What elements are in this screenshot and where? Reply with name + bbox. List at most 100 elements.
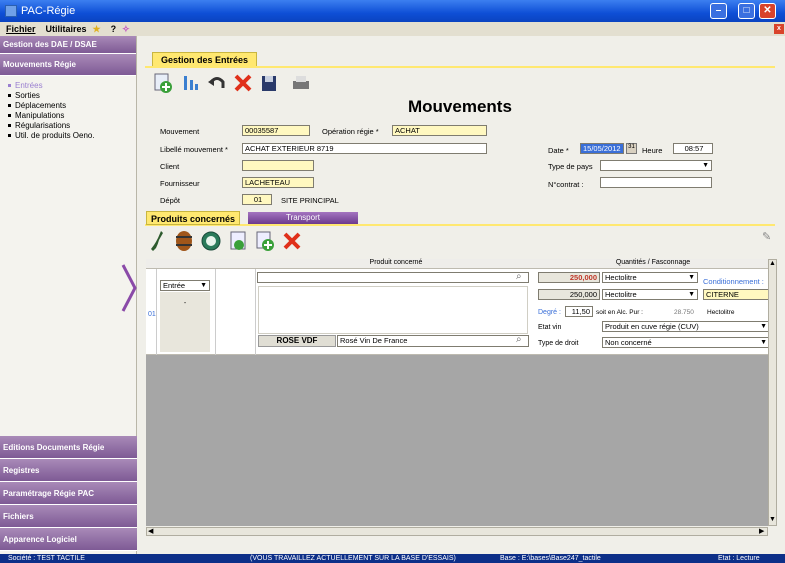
produit-code-cell[interactable]: ROSE VDF — [258, 335, 336, 347]
degre-field[interactable]: 11,50 — [565, 306, 593, 317]
conditionnement-label: Conditionnement : — [703, 277, 764, 286]
depot-label: Dépôt — [160, 196, 181, 205]
alc-label: soit en Alc. Pur : — [596, 309, 643, 316]
ncontrat-field[interactable] — [600, 177, 712, 188]
restore-button[interactable]: □ — [738, 3, 755, 19]
unit1-select[interactable]: Hectolitre ▼ — [602, 272, 698, 283]
sidebar-item-label: Entrées — [15, 80, 43, 90]
type-pays-select[interactable]: ▼ — [600, 160, 712, 171]
chevron-down-icon: ▼ — [760, 339, 767, 346]
date-field[interactable]: 15/05/2012 — [580, 143, 624, 154]
add-line-icon[interactable] — [254, 230, 276, 252]
mouvement-field[interactable]: 00035587 — [242, 125, 310, 136]
sidebar-item-label: Régularisations — [15, 120, 71, 130]
barrel-icon[interactable] — [174, 230, 194, 252]
sens-sub-cell: - — [160, 292, 210, 352]
delete-icon[interactable] — [232, 72, 254, 94]
wine-bottle-icon[interactable] — [150, 230, 168, 252]
sidebar-section-apparence[interactable]: Apparence Logiciel — [0, 528, 137, 551]
chevron-down-icon: ▼ — [760, 323, 767, 330]
degre-label: Degré : — [538, 309, 561, 316]
sidebar-item-sorties[interactable]: Sorties — [0, 90, 136, 100]
tab-gestion-entrees[interactable]: Gestion des Entrées — [152, 52, 258, 66]
sidebar-section-registres[interactable]: Registres — [0, 459, 137, 482]
tab-transport[interactable]: Transport — [248, 212, 358, 224]
search-icon[interactable]: ⌕ — [516, 271, 522, 282]
chevron-down-icon: ▼ — [702, 162, 709, 169]
unit2-select[interactable]: Hectolitre ▼ — [602, 289, 698, 300]
menu-bar: Fichier Utilitaires ★ ? ✧ x — [0, 22, 785, 36]
scroll-up-icon[interactable]: ▲ — [769, 260, 776, 267]
calendar-icon[interactable]: 31 — [626, 143, 637, 154]
sidebar-item-util-produits[interactable]: Util. de produits Oeno. — [0, 130, 136, 140]
operation-field[interactable]: ACHAT — [392, 125, 487, 136]
sidebar-item-deplacements[interactable]: Déplacements — [0, 100, 136, 110]
row-number: 01 — [148, 311, 156, 318]
sidebar-item-entrees[interactable]: Entrées — [0, 80, 136, 90]
etat-label: Etat vin — [538, 324, 562, 331]
fournisseur-label: Fournisseur — [160, 179, 200, 188]
scroll-down-icon[interactable]: ▼ — [769, 516, 776, 523]
scroll-left-icon[interactable]: ◀ — [148, 527, 153, 535]
produit-search-field[interactable] — [257, 272, 529, 283]
sidebar-section-parametrage[interactable]: Paramétrage Régie PAC — [0, 482, 137, 505]
heure-label: Heure — [642, 146, 663, 155]
heure-field[interactable]: 08:57 — [673, 143, 713, 154]
status-message: (VOUS TRAVAILLEZ ACTUELLEMENT SUR LA BAS… — [250, 555, 456, 562]
qty2-field[interactable]: 250,000 — [538, 289, 600, 300]
add-document-icon[interactable] — [152, 72, 174, 94]
print-icon[interactable] — [290, 72, 312, 94]
etat-select[interactable]: Produit en cuve régie (CUV) ▼ — [602, 321, 770, 332]
oeno-product-icon[interactable] — [200, 230, 222, 252]
sens-sub-value: - — [183, 300, 187, 307]
ncontrat-label: N°contrat : — [548, 180, 584, 189]
tool-icon[interactable]: ✧ — [122, 24, 130, 35]
droit-select[interactable]: Non concerné ▼ — [602, 337, 770, 348]
star-icon[interactable]: ★ — [93, 24, 101, 35]
entry-doc-icon[interactable] — [228, 230, 250, 252]
sidebar-item-label: Manipulations — [15, 110, 65, 120]
horizontal-scrollbar[interactable] — [146, 527, 768, 536]
unit2-value: Hectolitre — [605, 290, 637, 299]
operation-label: Opération régie * — [322, 127, 379, 136]
pin-icon[interactable]: ✎ — [762, 230, 771, 243]
tab-produits-concernes[interactable]: Produits concernés — [146, 211, 241, 225]
move-columns-icon[interactable] — [180, 72, 202, 94]
chevron-down-icon: ▼ — [688, 291, 695, 298]
sidebar-item-label: Sorties — [15, 90, 40, 100]
sidebar-item-regularisations[interactable]: Régularisations — [0, 120, 136, 130]
grid-header-produit: Produit concerné — [256, 259, 536, 269]
close-button[interactable]: ✕ — [759, 3, 776, 19]
client-field[interactable] — [242, 160, 314, 171]
row-divider — [215, 269, 216, 355]
produit-name-field[interactable]: Rosé Vin De France — [337, 335, 529, 347]
sidebar-section-mouvements[interactable]: Mouvements Régie — [0, 54, 136, 76]
sidebar-collapse-arrow-icon[interactable] — [120, 263, 138, 313]
minimize-button[interactable]: – — [710, 3, 727, 19]
sens-select[interactable]: Entrée ▼ — [160, 280, 210, 291]
save-icon[interactable] — [258, 72, 280, 94]
alc-value: 28.750 — [674, 309, 694, 316]
search-icon[interactable]: ⌕ — [516, 334, 522, 345]
scroll-right-icon[interactable]: ▶ — [759, 527, 764, 535]
delete-line-icon[interactable] — [282, 231, 302, 251]
qty1-field[interactable]: 250,000 — [538, 272, 600, 283]
undo-icon[interactable] — [206, 72, 228, 94]
menu-help[interactable]: ? — [111, 24, 117, 34]
menu-utilitaires[interactable]: Utilitaires — [46, 24, 87, 34]
menu-fichier[interactable]: Fichier — [6, 24, 36, 34]
conditionnement-field[interactable]: CITERNE — [703, 289, 769, 300]
droit-value: Non concerné — [605, 338, 652, 347]
sidebar-item-manipulations[interactable]: Manipulations — [0, 110, 136, 120]
sidebar-section-dae[interactable]: Gestion des DAE / DSAE — [0, 36, 136, 54]
libelle-field[interactable]: ACHAT EXTERIEUR 8719 — [242, 143, 487, 154]
depot-code-field[interactable]: 01 — [242, 194, 272, 205]
close-child-icon[interactable]: x — [774, 24, 784, 34]
vertical-scrollbar[interactable] — [768, 259, 777, 526]
page-title: Mouvements — [408, 97, 512, 116]
sidebar-section-editions[interactable]: Editions Documents Régie — [0, 436, 137, 459]
fournisseur-field[interactable]: LACHETEAU — [242, 177, 314, 188]
status-base: Base : E:\bases\Base247_tactile — [500, 555, 601, 562]
status-societe: Société : TEST TACTILE — [8, 555, 85, 562]
sidebar-section-fichiers[interactable]: Fichiers — [0, 505, 137, 528]
